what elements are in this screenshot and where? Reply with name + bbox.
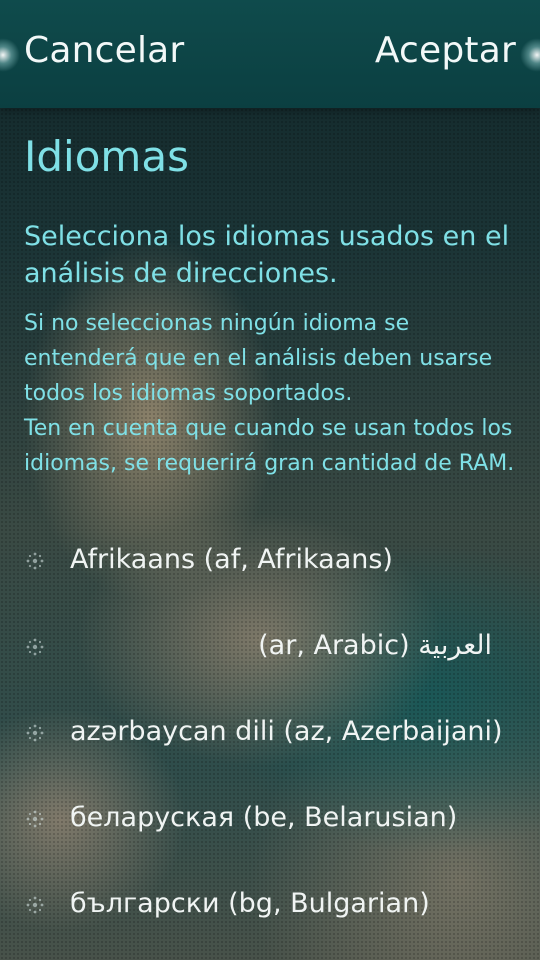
language-label: Afrikaans (af, Afrikaans) [70,544,393,575]
text-switch-icon[interactable] [24,808,46,830]
page-title: Idiomas [24,132,189,181]
dialog-content: Idiomas Selecciona los idiomas usados en… [0,108,540,960]
page-description: Selecciona los idiomas usados en el anál… [24,221,510,289]
cancel-button[interactable]: Cancelar [24,30,184,71]
glow-indicator-left [0,38,20,72]
language-list: Afrikaans (af, Afrikaans) العربية (ar, A… [0,520,540,950]
language-label: беларуская (be, Belarusian) [70,802,458,833]
accept-button[interactable]: Aceptar [375,30,516,71]
language-item-bg[interactable]: български (bg, Bulgarian) [0,864,540,950]
language-label: العربية (ar, Arabic) [258,630,492,661]
text-switch-icon[interactable] [24,550,46,572]
text-switch-icon[interactable] [24,894,46,916]
language-item-af[interactable]: Afrikaans (af, Afrikaans) [0,520,540,606]
language-item-ar[interactable]: العربية (ar, Arabic) [0,606,540,692]
language-label: български (bg, Bulgarian) [70,888,430,919]
text-switch-icon[interactable] [24,722,46,744]
page-hint: Si no seleccionas ningún idioma se enten… [24,311,515,476]
language-item-be[interactable]: беларуская (be, Belarusian) [0,778,540,864]
language-item-az[interactable]: azərbaycan dili (az, Azerbaijani) [0,692,540,778]
text-switch-icon[interactable] [24,636,46,658]
dialog-header: Cancelar Aceptar [0,0,540,108]
glow-indicator-right [520,38,540,72]
language-label: azərbaycan dili (az, Azerbaijani) [70,716,503,747]
